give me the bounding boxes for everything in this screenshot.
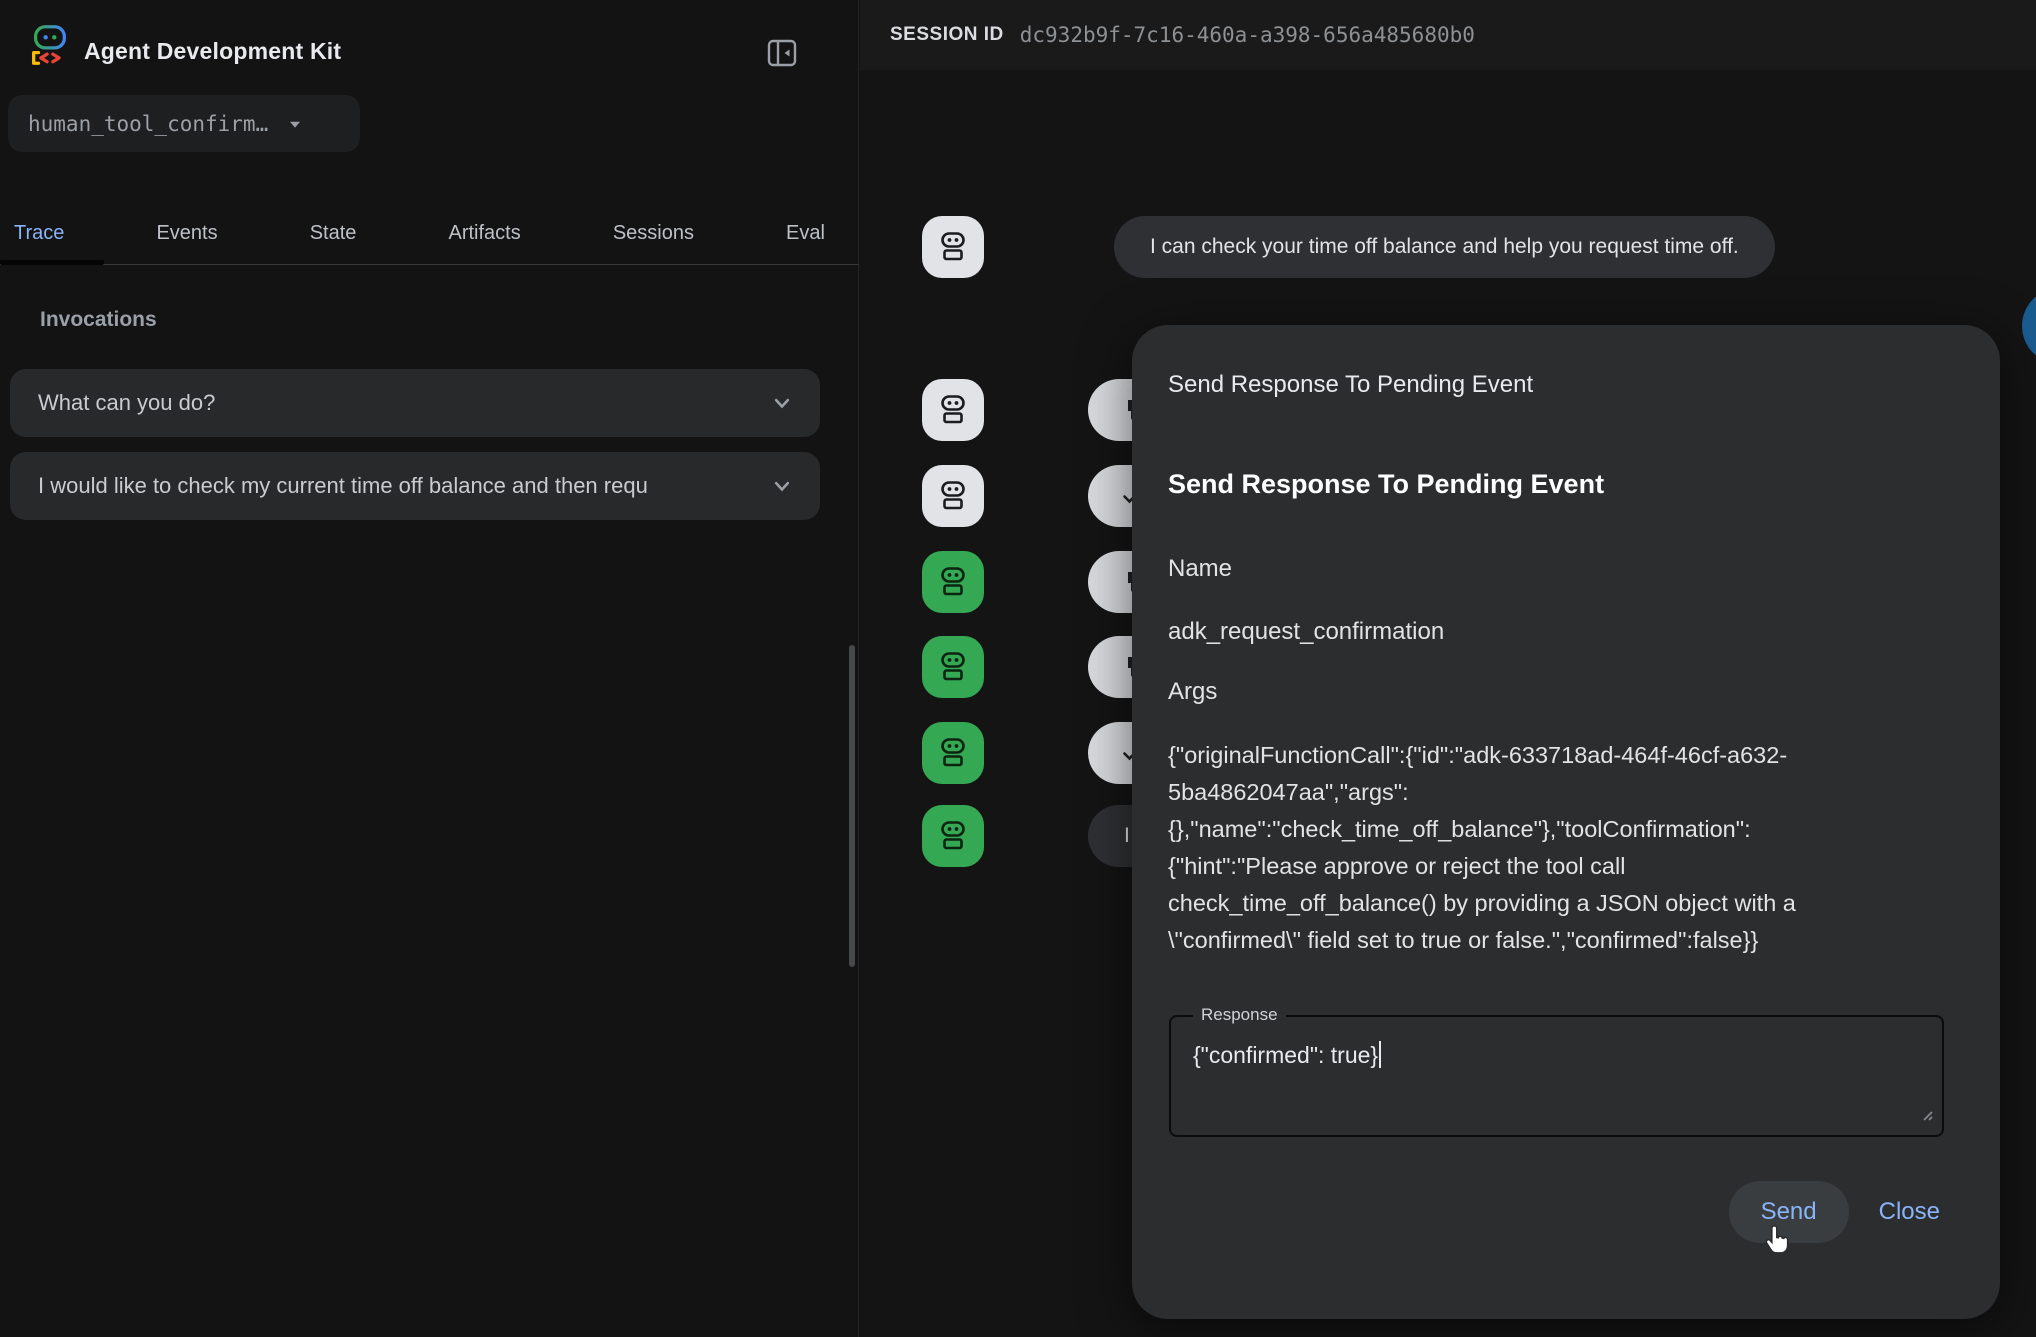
invocation-text: What can you do? — [38, 390, 768, 416]
session-id-label: SESSION ID — [890, 24, 1004, 46]
agent-message-bubble: I can check your time off balance and he… — [1114, 216, 1775, 278]
args-value: {"originalFunctionCall":{"id":"adk-63371… — [1168, 737, 1948, 959]
sidebar: Agent Development Kit human_tool_confirm… — [0, 0, 859, 1337]
response-field-value: {"confirmed": true} — [1193, 1041, 1381, 1069]
invocations-heading: Invocations — [40, 308, 157, 332]
tab-state[interactable]: State — [296, 222, 371, 245]
bot-avatar-icon-green — [922, 722, 984, 784]
bot-avatar-icon-green — [922, 551, 984, 613]
close-button[interactable]: Close — [1869, 1181, 1950, 1243]
active-tab-indicator — [0, 260, 104, 265]
tab-trace[interactable]: Trace — [0, 222, 78, 245]
tab-sessions[interactable]: Sessions — [599, 222, 708, 245]
bot-avatar-icon — [922, 465, 984, 527]
agent-select-value: human_tool_confirm… — [28, 112, 268, 136]
tab-events[interactable]: Events — [142, 222, 231, 245]
response-field-label: Response — [1193, 1005, 1286, 1025]
bot-avatar-icon-green — [922, 636, 984, 698]
app-title: Agent Development Kit — [84, 38, 341, 65]
name-value: adk_request_confirmation — [1168, 618, 1444, 646]
sidebar-header: Agent Development Kit — [0, 0, 858, 86]
text-caret — [1379, 1041, 1381, 1068]
adk-logo-icon — [26, 22, 72, 73]
send-response-dialog: Send Response To Pending Event Send Resp… — [1132, 325, 2000, 1319]
caret-down-icon — [284, 113, 306, 135]
agent-select-dropdown[interactable]: human_tool_confirm… — [8, 95, 360, 152]
sidebar-scrollbar-thumb[interactable] — [849, 645, 855, 967]
collapse-panel-icon — [764, 35, 800, 71]
dialog-title: Send Response To Pending Event — [1168, 371, 1533, 399]
invocation-item-1[interactable]: What can you do? — [10, 369, 820, 437]
dialog-heading: Send Response To Pending Event — [1168, 469, 1604, 500]
collapse-panel-button[interactable] — [762, 33, 802, 73]
bot-avatar-icon-green — [922, 805, 984, 867]
invocation-text: I would like to check my current time of… — [38, 473, 768, 499]
dialog-actions: Send Close — [1729, 1181, 1950, 1243]
name-label: Name — [1168, 555, 1232, 583]
tab-eval[interactable]: Eval — [772, 222, 839, 245]
bot-avatar-icon — [922, 216, 984, 278]
bot-avatar-icon — [922, 379, 984, 441]
chevron-down-icon — [768, 389, 796, 417]
chat-message-row: I can check your time off balance and he… — [922, 216, 1775, 278]
mouse-pointer-cursor — [1763, 1224, 1793, 1261]
session-id-value: dc932b9f-7c16-460a-a398-656a485680b0 — [1020, 23, 1475, 47]
response-textarea[interactable]: Response {"confirmed": true} — [1169, 1015, 1944, 1137]
tab-bar-divider — [0, 264, 859, 265]
session-header: SESSION ID dc932b9f-7c16-460a-a398-656a4… — [860, 0, 2036, 70]
resize-handle-icon[interactable] — [1918, 1106, 1934, 1127]
tab-bar: Trace Events State Artifacts Sessions Ev… — [0, 202, 859, 265]
args-label: Args — [1168, 678, 1217, 706]
chevron-down-icon — [768, 472, 796, 500]
tab-artifacts[interactable]: Artifacts — [434, 222, 534, 245]
invocation-item-2[interactable]: I would like to check my current time of… — [10, 452, 820, 520]
